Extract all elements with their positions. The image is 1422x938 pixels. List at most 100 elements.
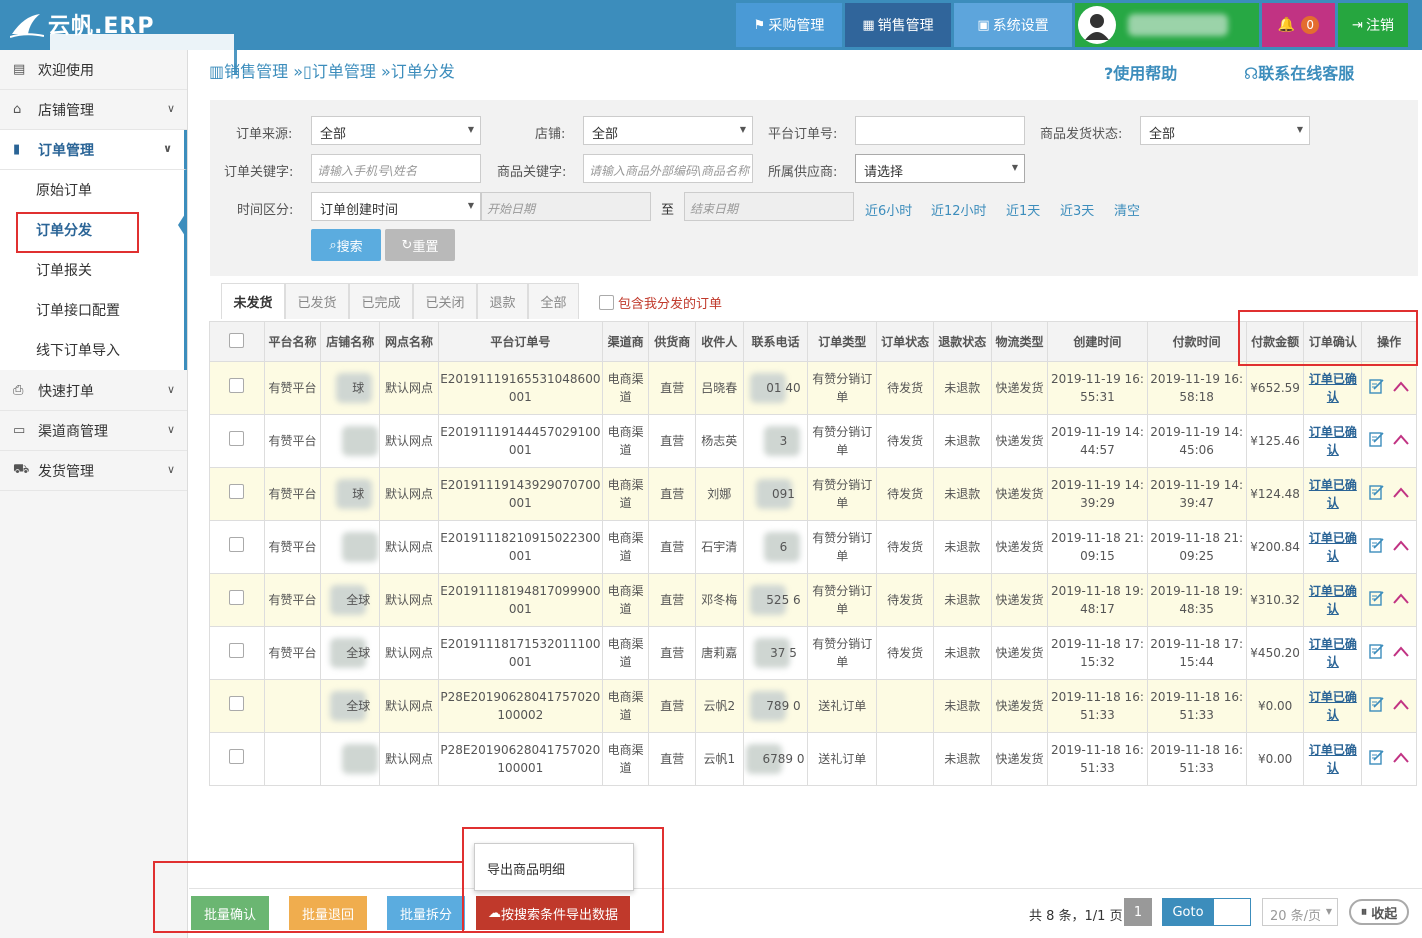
quick-6h[interactable]: 近6小时 bbox=[865, 200, 912, 219]
sidebar-item-quickprint[interactable]: ⎙ 快速打单 ∨ bbox=[0, 371, 187, 411]
notification-button[interactable]: 🔔 0 bbox=[1262, 3, 1335, 47]
search-button[interactable]: ⌕ 搜索 bbox=[311, 229, 381, 261]
row-select[interactable] bbox=[209, 361, 265, 415]
chevron-up-icon[interactable] bbox=[1392, 379, 1410, 393]
tab-shipped[interactable]: 已发货 bbox=[285, 283, 349, 319]
end-date-input[interactable]: 结束日期 bbox=[684, 192, 854, 221]
edit-doc-icon[interactable] bbox=[1368, 642, 1386, 660]
goto-button[interactable]: Goto bbox=[1162, 898, 1214, 926]
include-mine-checkbox[interactable] bbox=[599, 295, 614, 310]
row-select[interactable] bbox=[209, 626, 265, 680]
confirm-link[interactable]: 订单已确认 bbox=[1309, 743, 1357, 775]
confirm-link[interactable]: 订单已确认 bbox=[1309, 425, 1357, 457]
table-row[interactable]: 默认网点 P28E20190628041757020100001 电商渠道 直营 云帆1… bbox=[209, 732, 1417, 786]
include-mine-option[interactable]: 包含我分发的订单 bbox=[599, 293, 722, 312]
logout-button[interactable]: ⇥ 注销 bbox=[1338, 3, 1408, 47]
quick-clear[interactable]: 清空 bbox=[1114, 200, 1140, 219]
chevron-up-icon[interactable] bbox=[1392, 591, 1410, 605]
tab-closed[interactable]: 已关闭 bbox=[413, 283, 477, 319]
tab-refund[interactable]: 退款 bbox=[477, 283, 528, 319]
breadcrumb-orders[interactable]: 订单管理 bbox=[312, 62, 376, 81]
row-checkbox[interactable] bbox=[229, 696, 245, 711]
confirm-link[interactable]: 订单已确认 bbox=[1309, 531, 1357, 563]
sidebar-sub-interface[interactable]: 订单接口配置 bbox=[0, 290, 187, 330]
row-select[interactable] bbox=[209, 732, 265, 786]
edit-doc-icon[interactable] bbox=[1368, 377, 1386, 395]
ship-status-select[interactable]: 全部 ▼ bbox=[1140, 116, 1310, 145]
quick-3d[interactable]: 近3天 bbox=[1060, 200, 1094, 219]
edit-doc-icon[interactable] bbox=[1368, 695, 1386, 713]
row-select[interactable] bbox=[209, 414, 265, 468]
goods-keyword-input[interactable]: 请输入商品外部编码\商品名称 bbox=[583, 154, 753, 183]
confirm-link[interactable]: 订单已确认 bbox=[1309, 637, 1357, 669]
row-select[interactable] bbox=[209, 679, 265, 733]
row-checkbox[interactable] bbox=[229, 590, 245, 605]
chevron-up-icon[interactable] bbox=[1392, 485, 1410, 499]
table-row[interactable]: 有赞平台 球默认网点 E20191119143929070700001 电商渠道 直营刘… bbox=[209, 467, 1417, 521]
reset-button[interactable]: ↻ 重置 bbox=[385, 229, 455, 261]
shop-select[interactable]: 全部 ▼ bbox=[583, 116, 753, 145]
nav-system[interactable]: ▣ 系统设置 bbox=[954, 3, 1072, 47]
confirm-link[interactable]: 订单已确认 bbox=[1309, 478, 1357, 510]
breadcrumb-sales[interactable]: 销售管理 bbox=[224, 62, 288, 81]
row-select[interactable] bbox=[209, 573, 265, 627]
sidebar-sub-import[interactable]: 线下订单导入 bbox=[0, 330, 187, 370]
sidebar-sub-original[interactable]: 原始订单 bbox=[0, 170, 187, 210]
platform-order-input[interactable] bbox=[855, 116, 1025, 145]
edit-doc-icon[interactable] bbox=[1368, 483, 1386, 501]
quick-1d[interactable]: 近1天 bbox=[1006, 200, 1040, 219]
edit-doc-icon[interactable] bbox=[1368, 589, 1386, 607]
time-type-select[interactable]: 订单创建时间 ▼ bbox=[311, 192, 481, 221]
sidebar-item-order[interactable]: ▮ 订单管理 ∨ bbox=[0, 130, 187, 170]
row-checkbox[interactable] bbox=[229, 431, 245, 446]
sidebar-item-channel[interactable]: ▭ 渠道商管理 ∨ bbox=[0, 411, 187, 451]
header-select-all[interactable] bbox=[209, 321, 265, 362]
confirm-link[interactable]: 订单已确认 bbox=[1309, 690, 1357, 722]
edit-doc-icon[interactable] bbox=[1368, 536, 1386, 554]
table-row[interactable]: 有赞平台 全球 默认网点 E20191118171532011100001 电商渠道 直营… bbox=[209, 626, 1417, 680]
row-select[interactable] bbox=[209, 520, 265, 574]
sidebar-item-shipping[interactable]: ⛟ 发货管理 ∨ bbox=[0, 451, 187, 491]
nav-purchase[interactable]: ⚑ 采购管理 bbox=[736, 3, 842, 47]
user-menu[interactable] bbox=[1075, 3, 1259, 47]
table-row[interactable]: 有赞平台 全球 默认网点 E20191118194817099900001 电商渠道 直营… bbox=[209, 573, 1417, 627]
table-row[interactable]: 有赞平台 默认网点 E20191119144457029100001 电商渠道 直营 杨志… bbox=[209, 414, 1417, 468]
row-checkbox[interactable] bbox=[229, 378, 245, 393]
chevron-up-icon[interactable] bbox=[1392, 697, 1410, 711]
order-source-select[interactable]: 全部 ▼ bbox=[311, 116, 481, 145]
edit-doc-icon[interactable] bbox=[1368, 748, 1386, 766]
row-checkbox[interactable] bbox=[229, 537, 245, 552]
tab-completed[interactable]: 已完成 bbox=[349, 283, 413, 319]
table-row[interactable]: 有赞平台 默认网点 E20191118210915022300001 电商渠道 直营 石宇… bbox=[209, 520, 1417, 574]
start-date-input[interactable]: 开始日期 bbox=[481, 192, 651, 221]
service-link[interactable]: ☊联系在线客服 bbox=[1244, 60, 1354, 84]
edit-doc-icon[interactable] bbox=[1368, 430, 1386, 448]
chevron-up-icon[interactable] bbox=[1392, 538, 1410, 552]
goto-page-input[interactable] bbox=[1213, 898, 1251, 926]
chevron-up-icon[interactable] bbox=[1392, 644, 1410, 658]
confirm-link[interactable]: 订单已确认 bbox=[1309, 372, 1357, 404]
quick-12h[interactable]: 近12小时 bbox=[931, 200, 987, 219]
sidebar-sub-customs[interactable]: 订单报关 bbox=[0, 250, 187, 290]
collapse-toggle[interactable]: ⏸ 收起 bbox=[1349, 899, 1409, 925]
table-row[interactable]: 全球 默认网点 P28E20190628041757020100002 电商渠道 直营云… bbox=[209, 679, 1417, 733]
nav-sales[interactable]: ▦ 销售管理 bbox=[845, 3, 951, 47]
row-checkbox[interactable] bbox=[229, 749, 245, 764]
sidebar-item-shop[interactable]: ⌂ 店铺管理 ∨ bbox=[0, 90, 187, 130]
help-link[interactable]: ?使用帮助 bbox=[1104, 60, 1177, 84]
chevron-up-icon[interactable] bbox=[1392, 750, 1410, 764]
tab-unshipped[interactable]: 未发货 bbox=[221, 283, 285, 319]
page-1-button[interactable]: 1 bbox=[1124, 898, 1152, 926]
sidebar-item-welcome[interactable]: ▤ 欢迎使用 bbox=[0, 50, 187, 90]
confirm-link[interactable]: 订单已确认 bbox=[1309, 584, 1357, 616]
table-row[interactable]: 有赞平台 球默认网点 E20191119165531048600001 电商渠道 直营吕… bbox=[209, 361, 1417, 415]
order-keyword-input[interactable]: 请输入手机号\姓名 bbox=[311, 154, 481, 183]
row-select[interactable] bbox=[209, 467, 265, 521]
page-size-select[interactable]: 20 条/页 ▼ bbox=[1262, 898, 1338, 926]
supplier-select[interactable]: 请选择 ▼ bbox=[855, 154, 1025, 183]
select-all-checkbox[interactable] bbox=[229, 332, 245, 348]
row-checkbox[interactable] bbox=[229, 484, 245, 499]
row-checkbox[interactable] bbox=[229, 643, 245, 658]
tab-all[interactable]: 全部 bbox=[528, 283, 579, 319]
chevron-up-icon[interactable] bbox=[1392, 432, 1410, 446]
